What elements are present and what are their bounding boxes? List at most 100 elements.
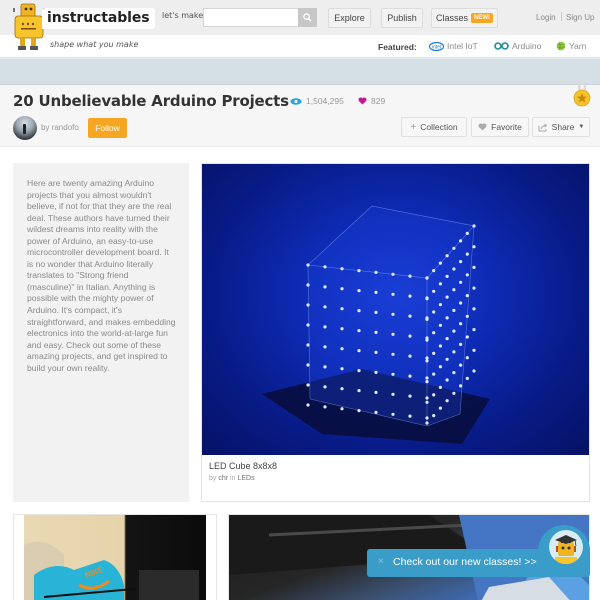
led-dot [340,347,344,351]
close-icon[interactable]: × [378,556,384,567]
led-dot [452,267,456,271]
led-dot [432,372,436,376]
led-dot [472,369,476,373]
led-dot [408,354,412,358]
led-dot [425,356,429,360]
project-author-link[interactable]: chr [218,475,228,482]
author-byline: by randofo [41,123,79,132]
plus-icon: + [410,121,417,133]
site-logo-text[interactable]: instructables [42,8,156,29]
project-title[interactable]: LED Cube 8x8x8 [209,461,277,471]
led-dot [459,363,463,367]
led-dot [425,316,429,320]
search-button[interactable] [298,8,317,27]
led-dot [452,350,456,354]
led-dot [306,303,310,307]
explore-button[interactable]: Explore [328,8,371,28]
led-dot [432,331,436,335]
led-dot [472,348,476,352]
led-dot [445,254,449,258]
led-dot [374,290,378,294]
led-dot [340,327,344,331]
led-dot [425,359,429,363]
led-dot [357,289,361,293]
led-dot [459,322,463,326]
led-dot [323,345,327,349]
led-dot [306,283,310,287]
featured-intel-iot-link[interactable]: intel Intel IoT [429,41,478,51]
led-dot [357,409,361,413]
new-badge: NEW! [471,13,493,23]
led-dot [340,287,344,291]
favorites-value: 829 [371,96,386,106]
intel-icon: intel [429,41,444,51]
eye-icon [290,97,302,105]
led-dot [340,307,344,311]
featured-intel-label: Intel IoT [447,41,478,51]
led-dot [459,239,463,243]
publish-button[interactable]: Publish [381,8,423,28]
led-dot [408,334,412,338]
led-dot [340,407,344,411]
led-dot [445,337,449,341]
featured-label: Featured: [378,42,417,52]
led-dot [445,274,449,278]
led-dot [323,405,327,409]
classes-promo-link[interactable]: Check out our new classes! >> [393,556,537,568]
led-dot [425,400,429,404]
author-link[interactable]: randofo [52,123,79,132]
led-dot [357,389,361,393]
svg-text:intel: intel [432,44,441,50]
led-dot [391,392,395,396]
led-dot [459,280,463,284]
heart-icon [478,123,487,131]
share-button[interactable]: Share ▼ [532,117,590,137]
project-meta: by chr in LEDs [209,475,255,482]
add-to-collection-button[interactable]: + Collection [401,117,467,137]
led-dot [374,390,378,394]
led-dot [340,387,344,391]
follow-button[interactable]: Follow [88,118,127,138]
explore-label: Explore [334,13,365,23]
led-dot [472,307,476,311]
led-dot [472,286,476,290]
led-dot [306,343,310,347]
led-cube-illustration [262,205,490,444]
led-dot [432,289,436,293]
led-dot [374,330,378,334]
led-dot [465,376,469,380]
led-dot [472,265,476,269]
featured-yarn-link[interactable]: Yarn [556,41,586,51]
login-separator [561,12,562,21]
led-dot [465,273,469,277]
led-dot [432,269,436,273]
led-dot [391,312,395,316]
signup-link[interactable]: Sign Up [566,13,594,22]
classes-button[interactable]: Classes NEW! [431,8,498,28]
led-dot [465,231,469,235]
favorite-button[interactable]: Favorite [471,117,529,137]
led-dot [438,282,442,286]
project-image-2[interactable]: NIKE [24,515,206,600]
led-dot [391,412,395,416]
project-image-led-cube[interactable] [202,164,589,455]
led-dot [438,303,442,307]
login-link[interactable]: Login [536,13,556,22]
led-dot [408,314,412,318]
led-dot [432,414,436,418]
led-dot [374,370,378,374]
share-icon [538,123,548,131]
led-dot [306,323,310,327]
led-dot [340,267,344,271]
in-prefix: in [230,475,236,482]
led-dot [452,391,456,395]
author-avatar[interactable] [13,116,37,140]
led-dot [306,383,310,387]
project-category-link[interactable]: LEDs [237,475,254,482]
led-dot [391,352,395,356]
banner-strip [0,58,600,85]
search-input[interactable] [203,8,298,27]
featured-arduino-link[interactable]: Arduino [494,41,541,51]
led-dot [465,314,469,318]
led-dot [465,356,469,360]
